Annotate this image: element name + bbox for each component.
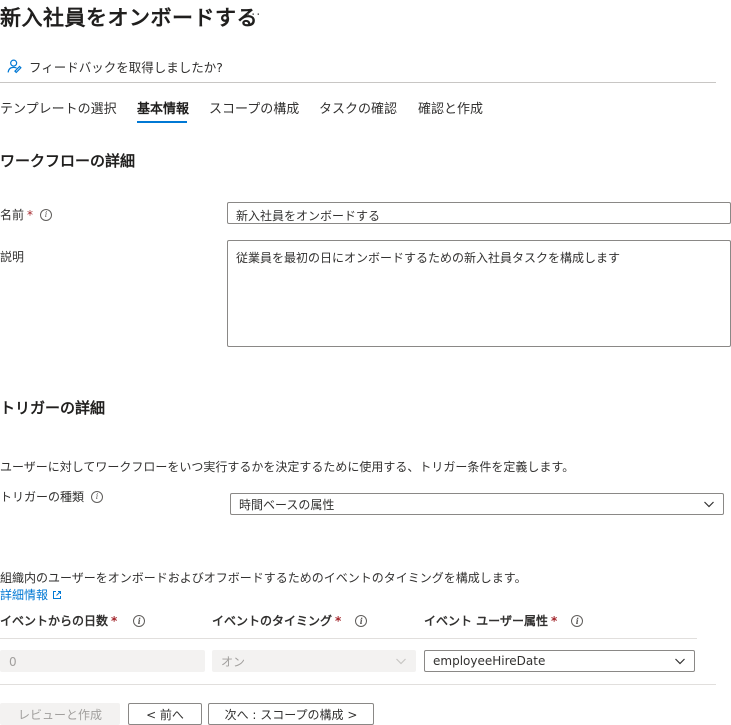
- event-timing-header: イベントのタイミング * i: [212, 612, 368, 629]
- active-tab-indicator: [137, 121, 187, 123]
- trigger-type-label-text: トリガーの種類: [0, 490, 85, 504]
- event-user-attribute-dropdown[interactable]: employeeHireDate: [424, 650, 695, 672]
- event-user-attribute-label: イベント ユーザー属性: [424, 614, 548, 628]
- info-icon[interactable]: i: [355, 614, 368, 627]
- required-marker: *: [335, 613, 342, 628]
- required-marker: *: [550, 613, 558, 628]
- name-input[interactable]: 新入社員をオンボードする: [227, 202, 731, 224]
- days-from-event-label: イベントからの日数: [0, 614, 109, 628]
- required-marker: *: [111, 613, 118, 628]
- info-icon[interactable]: i: [571, 614, 584, 627]
- chevron-down-icon: [704, 501, 714, 508]
- trigger-details-heading: トリガーの詳細: [0, 399, 106, 417]
- tab-basics[interactable]: 基本情報: [137, 98, 189, 117]
- tab-review-create[interactable]: 確認と作成: [418, 98, 483, 117]
- chevron-down-icon: [396, 658, 406, 665]
- required-marker: *: [27, 207, 34, 222]
- timing-description: 組織内のユーザーをオンボードおよびオフボードするためのイベントのタイミングを構成…: [0, 571, 527, 585]
- info-icon[interactable]: i: [133, 614, 146, 627]
- tab-configure-scope[interactable]: スコープの構成: [209, 98, 299, 117]
- footer-divider: [0, 684, 716, 685]
- days-from-event-input[interactable]: 0: [0, 650, 205, 672]
- feedback-link[interactable]: フィードバックを取得しましたか?: [6, 57, 223, 76]
- review-create-button[interactable]: レビューと作成: [0, 703, 120, 725]
- row-divider: [0, 638, 697, 639]
- tab-template-selection[interactable]: テンプレートの選択: [0, 98, 117, 117]
- event-timing-value: オン: [221, 654, 246, 669]
- event-timing-label: イベントのタイミング: [212, 614, 333, 628]
- name-label: 名前 * i: [0, 206, 53, 223]
- days-from-event-header: イベントからの日数 * i: [0, 612, 146, 629]
- event-user-attribute-value: employeeHireDate: [433, 654, 546, 668]
- info-icon[interactable]: i: [91, 490, 104, 503]
- trigger-description: ユーザーに対してワークフローをいつ実行するかを決定するために使用する、トリガー条…: [0, 460, 575, 474]
- chevron-down-icon: [675, 658, 685, 665]
- description-label: 説明: [0, 250, 25, 264]
- event-user-attribute-header: イベント ユーザー属性 * i: [424, 612, 584, 629]
- external-link-icon: [53, 590, 62, 599]
- previous-button[interactable]: < 前へ: [128, 703, 202, 725]
- event-timing-dropdown[interactable]: オン: [212, 650, 416, 672]
- workflow-details-heading: ワークフローの詳細: [0, 152, 136, 170]
- next-configure-scope-button[interactable]: 次へ : スコープの構成 >: [208, 703, 374, 725]
- feedback-person-icon: [7, 59, 22, 74]
- description-textarea[interactable]: 従業員を最初の日にオンボードするための新入社員タスクを構成します: [227, 240, 731, 347]
- feedback-label: フィードバックを取得しましたか?: [29, 60, 223, 75]
- tab-review-tasks[interactable]: タスクの確認: [319, 98, 397, 117]
- trigger-type-value: 時間ベースの属性: [239, 497, 335, 512]
- trigger-type-dropdown[interactable]: 時間ベースの属性: [230, 493, 724, 515]
- learn-more-link[interactable]: 詳細情報: [0, 586, 62, 603]
- trigger-type-label: トリガーの種類 i: [0, 488, 104, 505]
- learn-more-label: 詳細情報: [0, 588, 49, 602]
- info-icon[interactable]: i: [40, 208, 53, 221]
- page-title: 新入社員をオンボードする: [0, 6, 258, 30]
- more-options-button[interactable]: ···: [246, 8, 261, 23]
- name-label-text: 名前: [0, 208, 25, 222]
- header-divider: [0, 82, 716, 83]
